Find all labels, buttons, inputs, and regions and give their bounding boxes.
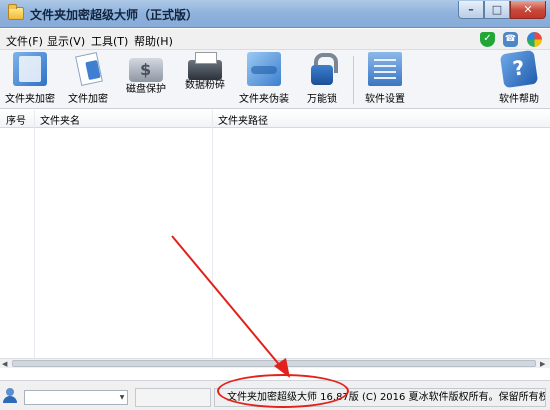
help-icon xyxy=(499,49,539,89)
help-button[interactable]: 软件帮助 xyxy=(494,49,544,108)
annotation-ellipse xyxy=(217,374,349,408)
chevron-down-icon[interactable]: ▼ xyxy=(118,393,126,402)
folder-list[interactable]: 序号 文件夹名 文件夹路径 ◀ ▶ xyxy=(0,110,550,368)
folder-disguise-icon xyxy=(247,52,281,86)
column-header-folder-name[interactable]: 文件夹名 xyxy=(40,112,80,127)
settings-icon xyxy=(368,52,402,86)
file-encrypt-icon xyxy=(71,52,105,86)
scrollbar-thumb[interactable] xyxy=(12,360,536,367)
folder-encrypt-button[interactable]: 文件夹加密 xyxy=(4,52,56,108)
column-header-folder-path[interactable]: 文件夹路径 xyxy=(218,112,268,127)
folder-encrypt-label: 文件夹加密 xyxy=(5,94,55,105)
menu-view[interactable]: 显示(V) xyxy=(47,33,85,49)
status-combo-box[interactable]: ▼ xyxy=(24,390,128,405)
disk-protect-button[interactable]: 磁盘保护 xyxy=(122,52,170,108)
shredder-icon xyxy=(188,52,222,80)
scroll-left-icon[interactable]: ◀ xyxy=(2,360,7,368)
horizontal-scrollbar[interactable]: ◀ ▶ xyxy=(0,358,550,368)
toolbar-separator xyxy=(353,56,354,104)
universal-lock-label: 万能锁 xyxy=(307,94,337,105)
menu-file[interactable]: 文件(F) xyxy=(6,33,43,49)
shield-check-icon[interactable]: ✓ xyxy=(480,32,495,47)
menu-bar: 文件(F) 显示(V) 工具(T) 帮助(H) ✓ ☎ xyxy=(0,29,550,49)
folder-encrypt-icon xyxy=(13,52,47,86)
menu-help[interactable]: 帮助(H) xyxy=(134,33,173,49)
folder-disguise-label: 文件夹伪装 xyxy=(239,94,289,105)
shredder-button[interactable]: 数据粉碎 xyxy=(181,52,229,108)
settings-button[interactable]: 软件设置 xyxy=(360,52,410,108)
list-header: 序号 文件夹名 文件夹路径 xyxy=(0,110,550,128)
window-title: 文件夹加密超级大师（正式版） xyxy=(30,8,199,22)
help-label: 软件帮助 xyxy=(499,94,539,105)
toolbar: 文件夹加密 文件加密 磁盘保护 数据粉碎 文件夹伪装 万能锁 软件设置 软件帮助 xyxy=(0,49,550,109)
colorful-flower-icon[interactable] xyxy=(527,32,542,47)
phone-icon[interactable]: ☎ xyxy=(503,32,518,47)
settings-label: 软件设置 xyxy=(365,94,405,105)
disk-protect-label: 磁盘保护 xyxy=(126,84,166,95)
universal-lock-button[interactable]: 万能锁 xyxy=(302,52,342,108)
file-encrypt-button[interactable]: 文件加密 xyxy=(64,52,112,108)
menu-tools[interactable]: 工具(T) xyxy=(91,33,128,49)
close-button[interactable]: ✕ xyxy=(510,1,546,19)
minimize-button[interactable]: – xyxy=(458,1,484,19)
disk-protect-icon xyxy=(129,58,163,82)
padlock-icon xyxy=(305,52,339,86)
title-bar[interactable]: 文件夹加密超级大师（正式版） – □ ✕ xyxy=(0,0,550,28)
scroll-right-icon[interactable]: ▶ xyxy=(540,360,545,368)
column-divider xyxy=(34,110,35,358)
column-divider xyxy=(212,110,213,358)
column-header-index[interactable]: 序号 xyxy=(6,112,26,127)
file-encrypt-label: 文件加密 xyxy=(68,94,108,105)
status-panel xyxy=(135,388,211,407)
app-folder-icon xyxy=(8,4,24,20)
folder-disguise-button[interactable]: 文件夹伪装 xyxy=(236,52,292,108)
maximize-button[interactable]: □ xyxy=(484,1,510,19)
user-icon xyxy=(3,388,19,404)
